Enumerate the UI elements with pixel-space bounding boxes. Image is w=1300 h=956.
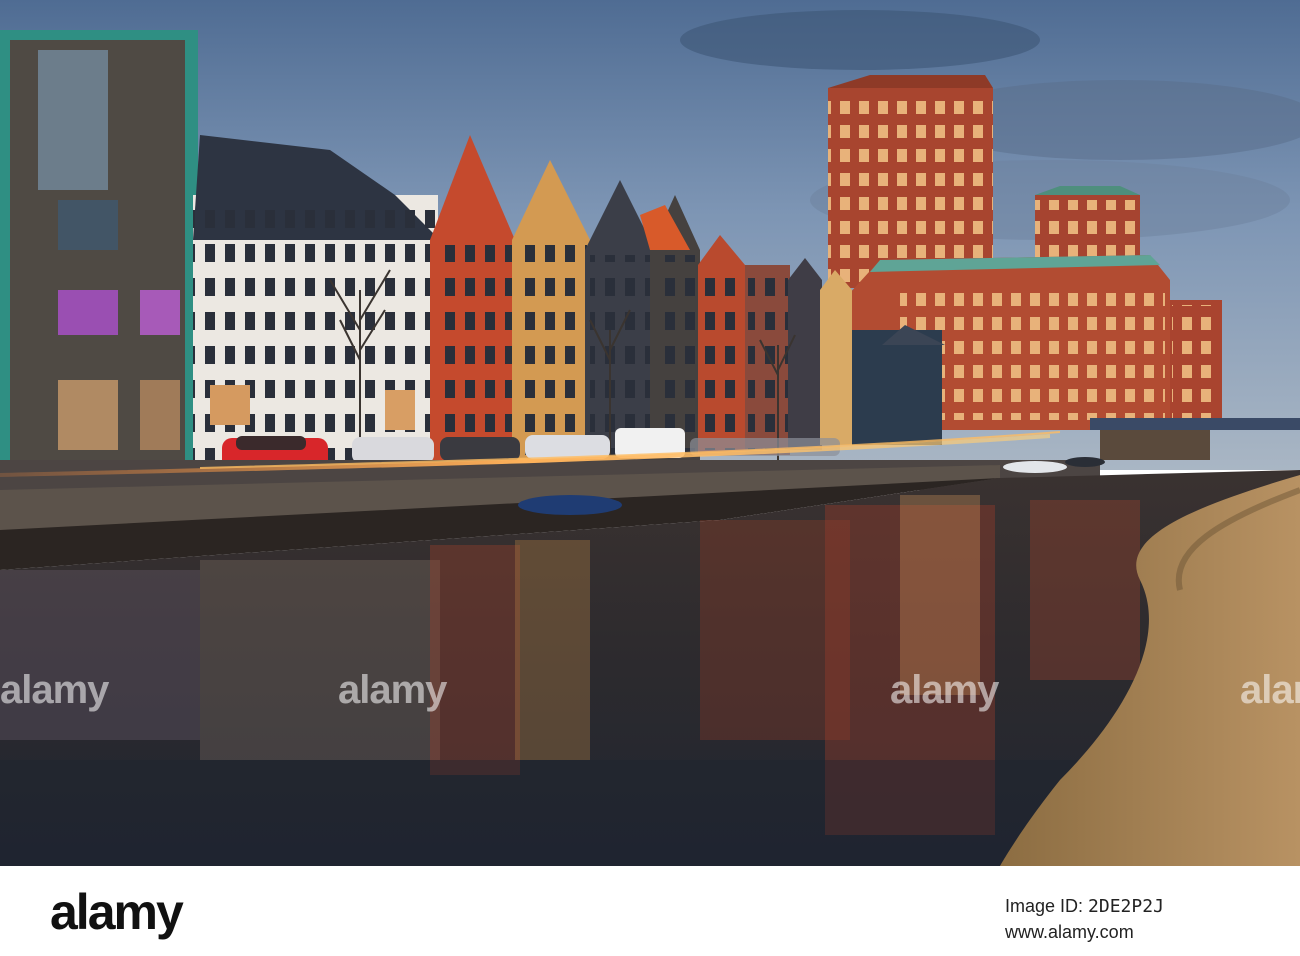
brand-logo: alamy xyxy=(50,884,184,940)
watermark: alamy xyxy=(890,668,999,712)
image-id-value: 2DE2P2J xyxy=(1088,896,1164,917)
image-id-label: Image ID: xyxy=(1005,896,1084,916)
canal-photo xyxy=(0,0,1300,866)
watermark: alamy xyxy=(0,668,109,712)
image-id: Image ID: 2DE2P2J xyxy=(1005,896,1164,917)
watermark: alamy xyxy=(338,668,447,712)
watermark: alamy xyxy=(1240,668,1300,712)
site-url: www.alamy.com xyxy=(1005,922,1134,942)
